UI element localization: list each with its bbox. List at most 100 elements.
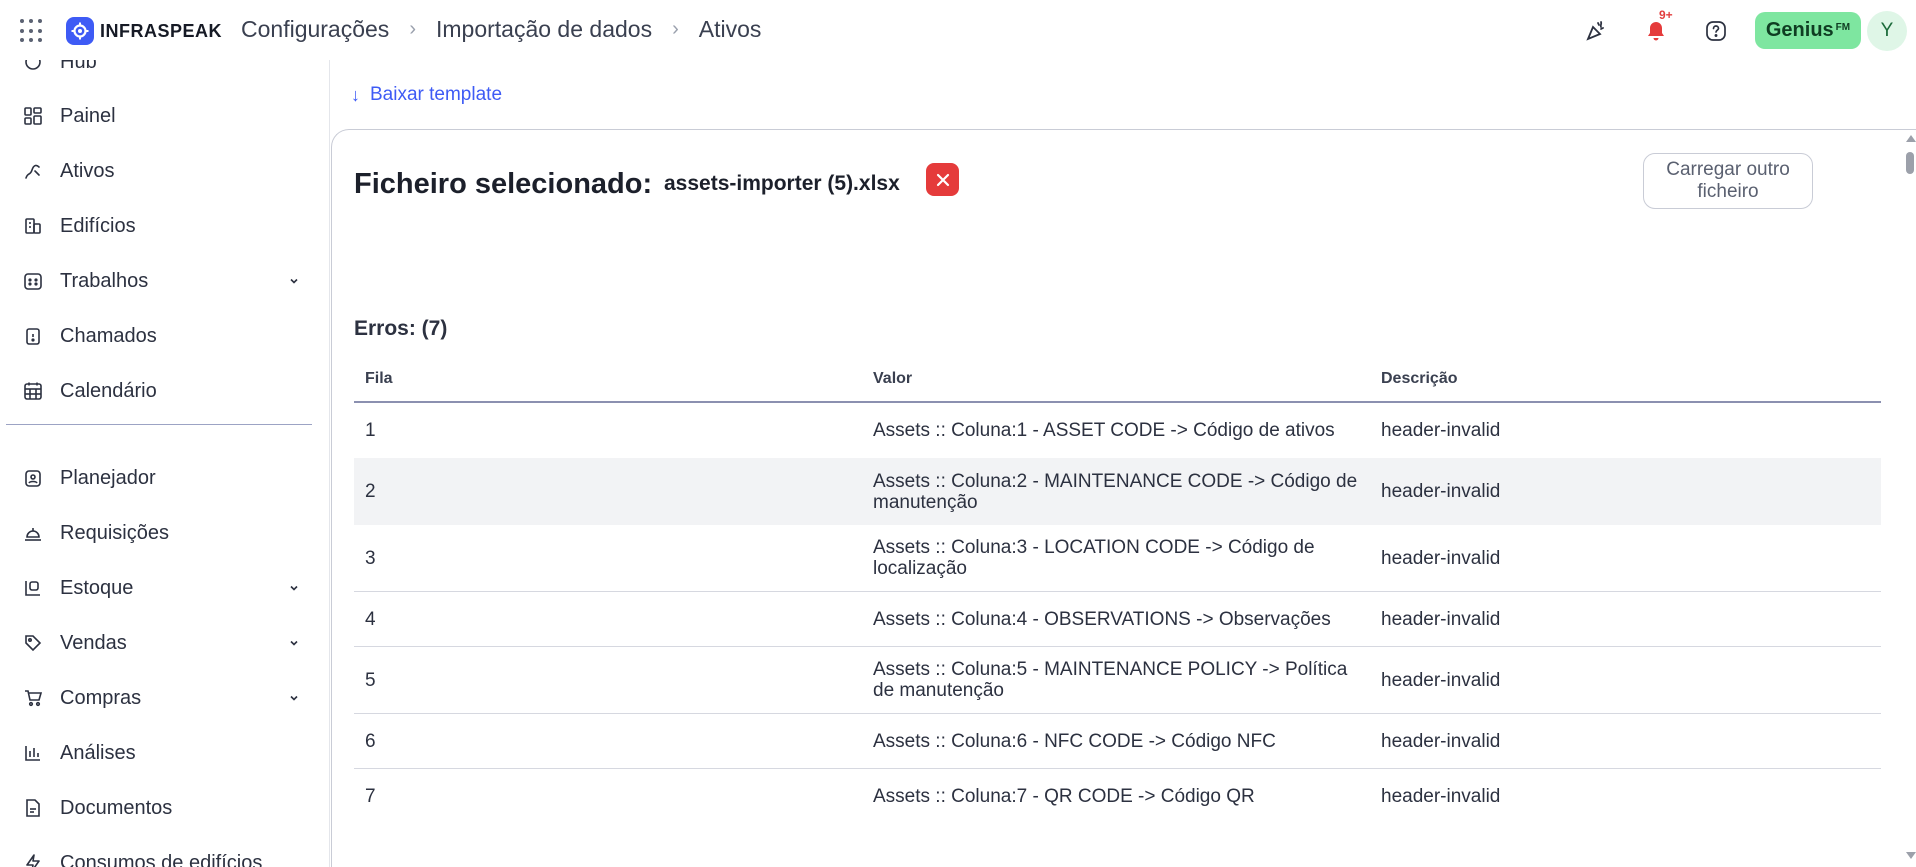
sidebar-item-calendario[interactable]: Calendário <box>0 371 320 411</box>
column-header-fila[interactable]: Fila <box>365 370 393 388</box>
chevron-down-icon[interactable] <box>287 581 301 595</box>
sidebar-item-label: Requisições <box>60 521 169 544</box>
arrow-down-icon: ↓ <box>351 84 360 105</box>
table-row: 4 Assets :: Coluna:4 - OBSERVATIONS -> O… <box>354 592 1881 647</box>
building-icon <box>22 215 44 237</box>
download-template-label: Baixar template <box>370 84 503 105</box>
chevron-down-icon[interactable] <box>287 274 301 288</box>
calendar-grid-icon <box>22 270 44 292</box>
import-card: Ficheiro selecionado: assets-importer (5… <box>331 129 1916 867</box>
cell-value: Assets :: Coluna:3 - LOCATION CODE -> Có… <box>873 537 1315 579</box>
dashboard-icon <box>22 105 44 127</box>
scroll-up-arrow-icon[interactable] <box>1906 135 1916 142</box>
main-content: ↓ Baixar template Ficheiro selecionado: … <box>331 60 1916 867</box>
close-icon <box>936 173 949 186</box>
cell-row: 6 <box>365 730 376 752</box>
cell-description: header-invalid <box>1381 608 1501 630</box>
cell-row: 7 <box>365 786 376 807</box>
sidebar-item-estoque[interactable]: Estoque <box>0 568 320 608</box>
scroll-thumb[interactable] <box>1906 152 1914 174</box>
sidebar-item-label: Calendário <box>60 379 157 402</box>
breadcrumb-configuracoes[interactable]: Configurações <box>241 16 389 43</box>
sidebar-item-label: Estoque <box>60 576 134 599</box>
logo[interactable]: INFRASPEAK <box>66 17 222 45</box>
cell-value: Assets :: Coluna:2 - MAINTENANCE CODE ->… <box>873 470 1358 513</box>
column-header-descricao[interactable]: Descrição <box>1381 370 1458 388</box>
sidebar-item-documentos[interactable]: Documentos <box>0 788 320 828</box>
assets-icon <box>22 160 44 182</box>
load-other-file-button[interactable]: Carregar outro ficheiro <box>1643 153 1813 209</box>
cell-value: Assets :: Coluna:6 - NFC CODE -> Código … <box>873 730 1276 752</box>
sidebar: Hub Painel Ativos Edifícios Trabalhos Ch… <box>0 60 330 867</box>
sidebar-item-label: Ativos <box>60 159 115 182</box>
sidebar-item-label: Hub <box>60 60 97 73</box>
scroll-down-arrow-icon[interactable] <box>1906 852 1916 859</box>
cell-description: header-invalid <box>1381 420 1501 441</box>
bar-chart-icon <box>22 742 44 764</box>
vertical-scrollbar[interactable] <box>1904 130 1916 867</box>
cell-value: Assets :: Coluna:1 - ASSET CODE -> Códig… <box>873 420 1335 441</box>
celebration-icon[interactable] <box>1583 18 1609 44</box>
cell-row: 5 <box>365 669 376 691</box>
cell-description: header-invalid <box>1381 481 1501 502</box>
sidebar-item-trabalhos[interactable]: Trabalhos <box>0 261 320 301</box>
sidebar-item-vendas[interactable]: Vendas <box>0 623 320 663</box>
cell-value: Assets :: Coluna:7 - QR CODE -> Código Q… <box>873 786 1255 807</box>
sidebar-item-edificios[interactable]: Edifícios <box>0 206 320 246</box>
sidebar-item-compras[interactable]: Compras <box>0 678 320 718</box>
cell-description: header-invalid <box>1381 730 1501 752</box>
cell-description: header-invalid <box>1381 786 1501 807</box>
sidebar-item-ativos[interactable]: Ativos <box>0 151 320 191</box>
sidebar-item-planejador[interactable]: Planejador <box>0 458 320 498</box>
chevron-right-icon: › <box>672 18 679 40</box>
apps-grid-icon[interactable] <box>20 19 44 43</box>
cell-value: Assets :: Coluna:4 - OBSERVATIONS -> Obs… <box>873 608 1331 630</box>
table-row: 3 Assets :: Coluna:3 - LOCATION CODE -> … <box>354 525 1881 592</box>
table-row: 2 Assets :: Coluna:2 - MAINTENANCE CODE … <box>354 458 1881 525</box>
calendar-icon <box>22 380 44 402</box>
sidebar-item-requisicoes[interactable]: Requisições <box>0 513 320 553</box>
sidebar-item-label: Consumos de edifícios <box>60 851 263 867</box>
chevron-right-icon: › <box>409 18 416 40</box>
genius-button[interactable]: Genius FM <box>1755 12 1861 49</box>
genius-label: Genius <box>1765 19 1834 41</box>
download-template-link[interactable]: ↓ Baixar template <box>351 84 502 106</box>
column-header-valor[interactable]: Valor <box>873 370 912 388</box>
notification-badge: 9+ <box>1659 8 1673 22</box>
tag-icon <box>22 632 44 654</box>
avatar[interactable]: Y <box>1867 11 1907 51</box>
logo-text: INFRASPEAK <box>100 20 223 41</box>
planner-icon <box>22 467 44 489</box>
sidebar-item-label: Compras <box>60 686 142 709</box>
chevron-down-icon[interactable] <box>287 636 301 650</box>
table-row: 1 Assets :: Coluna:1 - ASSET CODE -> Cód… <box>354 403 1881 458</box>
sidebar-item-label: Planejador <box>60 466 156 489</box>
sidebar-item-hub[interactable]: Hub <box>0 60 320 82</box>
sidebar-item-chamados[interactable]: Chamados <box>0 316 320 356</box>
sidebar-item-label: Edifícios <box>60 214 136 237</box>
table-row: 5 Assets :: Coluna:5 - MAINTENANCE POLIC… <box>354 647 1881 714</box>
sidebar-item-label: Vendas <box>60 631 127 654</box>
breadcrumb-importacao[interactable]: Importação de dados <box>436 16 652 43</box>
chevron-down-icon[interactable] <box>287 691 301 705</box>
table-header: Fila Valor Descrição <box>354 355 1881 403</box>
cart-icon <box>22 687 44 709</box>
logo-gear-icon <box>66 17 94 45</box>
sidebar-item-consumos[interactable]: Consumos de edifícios <box>0 843 320 867</box>
breadcrumb-ativos[interactable]: Ativos <box>699 16 762 43</box>
cell-description: header-invalid <box>1381 547 1501 569</box>
sidebar-item-label: Análises <box>60 741 136 764</box>
cell-row: 4 <box>365 608 376 630</box>
cell-value: Assets :: Coluna:5 - MAINTENANCE POLICY … <box>873 659 1348 701</box>
genius-suffix: FM <box>1835 22 1851 33</box>
selected-file-title: Ficheiro selecionado: <box>354 168 653 200</box>
errors-title: Erros: (7) <box>354 317 448 340</box>
remove-file-button[interactable] <box>926 163 959 196</box>
sidebar-item-label: Documentos <box>60 796 173 819</box>
sidebar-item-painel[interactable]: Painel <box>0 96 320 136</box>
sidebar-item-label: Painel <box>60 104 116 127</box>
cell-row: 1 <box>365 420 376 441</box>
bolt-icon <box>22 852 44 867</box>
help-icon[interactable] <box>1703 18 1729 44</box>
sidebar-item-analises[interactable]: Análises <box>0 733 320 773</box>
